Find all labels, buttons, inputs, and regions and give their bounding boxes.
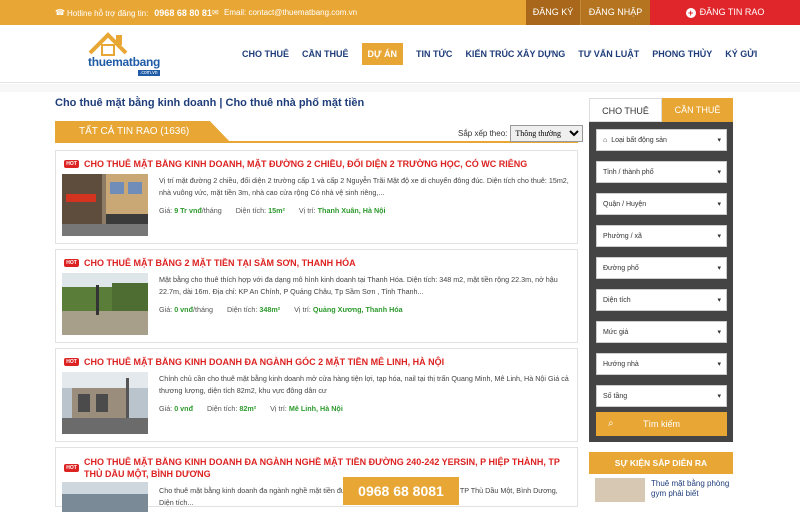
search-button[interactable]: ⌕ Tìm kiếm	[596, 412, 727, 436]
chevron-down-icon: ▾	[717, 393, 721, 400]
main-nav: CHO THUÊ CẦN THUÊ DỰ ÁN TIN TỨC KIẾN TRÚ…	[242, 43, 770, 65]
property-type-select[interactable]: ⌂ Loại bất động sản ▾	[596, 129, 727, 151]
chevron-down-icon: ▾	[717, 297, 721, 304]
chevron-down-icon: ▾	[717, 233, 721, 240]
listing-description: Vị trí mặt đường 2 chiều, đối diện 2 trư…	[159, 176, 569, 197]
nav-tu-van-luat[interactable]: TƯ VẤN LUẬT	[578, 49, 639, 65]
search-form: ⌂ Loại bất động sản ▾ Tỉnh / thành phố ▾ Qu…	[589, 122, 733, 442]
district-select[interactable]: Quận / Huyện ▾	[596, 193, 727, 215]
tab-cho-thue[interactable]: CHO THUÊ	[589, 98, 662, 122]
login-button[interactable]: ĐĂNG NHẬP	[580, 0, 650, 25]
nav-du-an[interactable]: DỰ ÁN	[361, 43, 403, 65]
price-select[interactable]: Mức giá ▾	[596, 321, 727, 343]
hotline-number[interactable]: 0968 68 80 81	[154, 8, 212, 18]
search-icon: ⌕	[608, 418, 614, 429]
listing-thumbnail[interactable]	[62, 482, 148, 512]
divider	[0, 84, 800, 92]
post-listing-label: ĐĂNG TIN RAO	[699, 7, 765, 17]
sort-control: Sắp xếp theo: Thông thường	[458, 125, 584, 142]
tab-can-thue[interactable]: CẦN THUÊ	[662, 98, 733, 122]
site-logo[interactable]: thuematbang .com.vn	[88, 31, 168, 77]
phone-icon: ☎	[55, 8, 65, 17]
hot-badge-icon: HOT	[64, 358, 79, 366]
chevron-down-icon: ▾	[717, 329, 721, 336]
listing-title[interactable]: HOT CHO THUÊ MẶT BẰNG KINH DOANH ĐA NGÀNH…	[64, 357, 444, 367]
listing-title[interactable]: HOT CHO THUÊ MẶT BẰNG 2 MẶT TIỀN TẠI SẦM …	[64, 258, 356, 268]
area-value: 15m²	[268, 206, 285, 215]
location-value: Quảng Xương, Thanh Hóa	[312, 305, 403, 314]
listing-card[interactable]: HOT CHO THUÊ MẶT BẰNG KINH DOANH ĐA NGÀNH…	[55, 348, 578, 442]
logo-domain: .com.vn	[138, 70, 160, 76]
listing-thumbnail[interactable]	[62, 273, 148, 335]
email-label[interactable]: Email: contact@thuematbang.com.vn	[224, 8, 357, 17]
listing-thumbnail[interactable]	[62, 174, 148, 236]
listing-title[interactable]: HOT CHO THUÊ MẶT BẰNG KINH DOANH ĐA NGÀNH…	[64, 456, 569, 480]
email-info: ✉ Email: contact@thuematbang.com.vn	[212, 8, 357, 17]
event-title[interactable]: Thuê mặt bằng phòng gym phải biết	[651, 479, 733, 499]
sort-select[interactable]: Thông thường	[510, 125, 584, 142]
register-button[interactable]: ĐĂNG KÝ	[526, 0, 580, 25]
chevron-down-icon: ▾	[717, 361, 721, 368]
post-listing-button[interactable]: + ĐĂNG TIN RAO	[650, 0, 800, 25]
site-header: thuematbang .com.vn CHO THUÊ CẦN THUÊ DỰ…	[0, 25, 800, 83]
listing-meta: Giá: 9 Tr vnđ/tháng Diện tích: 15m² Vị t…	[159, 206, 386, 215]
logo-wordmark: thuematbang	[88, 55, 161, 69]
listing-meta: Giá: 0 vnđ/tháng Diện tích: 348m² Vị trí…	[159, 305, 403, 314]
nav-phong-thuy[interactable]: PHONG THỦY	[652, 49, 712, 65]
events-heading: SỰ KIỆN SẮP DIỄN RA	[589, 452, 733, 474]
nav-cho-thue[interactable]: CHO THUÊ	[242, 49, 289, 65]
home-icon: ⌂	[603, 137, 608, 144]
listing-thumbnail[interactable]	[62, 372, 148, 434]
plus-icon: +	[685, 7, 696, 18]
nav-kien-truc[interactable]: KIẾN TRÚC XÂY DỰNG	[465, 49, 565, 65]
all-listings-tab[interactable]: TẤT CẢ TIN RAO (1636)	[55, 121, 231, 143]
sidebar-tabs: CHO THUÊ CẦN THUÊ	[589, 98, 733, 122]
price-value: 9 Tr vnđ	[174, 206, 202, 215]
chevron-down-icon: ▾	[717, 201, 721, 208]
listing-card[interactable]: HOT CHO THUÊ MẶT BẰNG KINH DOANH, MẶT ĐƯỜ…	[55, 150, 578, 244]
event-item[interactable]: Thuê mặt bằng phòng gym phải biết	[589, 478, 733, 508]
chevron-down-icon: ▾	[717, 265, 721, 272]
mail-icon: ✉	[212, 7, 219, 17]
chevron-down-icon: ▾	[717, 169, 721, 176]
location-value: Mê Linh, Hà Nội	[288, 404, 343, 413]
hot-badge-icon: HOT	[64, 464, 79, 472]
nav-tin-tuc[interactable]: TIN TỨC	[416, 49, 452, 65]
hotline-label: Hotline hỗ trợ đăng tin:	[67, 8, 149, 18]
listing-title[interactable]: HOT CHO THUÊ MẶT BẰNG KINH DOANH, MẶT ĐƯỜ…	[64, 159, 527, 169]
hot-badge-icon: HOT	[64, 259, 79, 267]
listing-card[interactable]: HOT CHO THUÊ MẶT BẰNG 2 MẶT TIỀN TẠI SẦM …	[55, 249, 578, 343]
hotline-info: ☎ Hotline hỗ trợ đăng tin: 0968 68 80 81	[55, 8, 212, 18]
floors-select[interactable]: Số tầng ▾	[596, 385, 727, 407]
hot-badge-icon: HOT	[64, 160, 79, 168]
price-value: 0 vnđ	[174, 404, 193, 413]
top-bar: ☎ Hotline hỗ trợ đăng tin: 0968 68 80 81…	[0, 0, 800, 25]
page-title: Cho thuê mặt bằng kinh doanh | Cho thuê …	[55, 97, 365, 109]
ward-select[interactable]: Phường / xã ▾	[596, 225, 727, 247]
listing-card[interactable]: HOT CHO THUÊ MẶT BẰNG KINH DOANH ĐA NGÀNH…	[55, 447, 578, 512]
listing-meta: Giá: 0 vnđ Diện tích: 82m² Vị trí: Mê Li…	[159, 404, 343, 413]
event-thumbnail[interactable]	[595, 478, 645, 502]
direction-select[interactable]: Hướng nhà ▾	[596, 353, 727, 375]
chevron-down-icon: ▾	[717, 137, 721, 144]
sort-label: Sắp xếp theo:	[458, 129, 508, 138]
area-select[interactable]: Diện tích ▾	[596, 289, 727, 311]
area-value: 82m²	[239, 404, 257, 413]
street-select[interactable]: Đường phố ▾	[596, 257, 727, 279]
floating-hotline-button[interactable]: 0968 68 8081	[343, 477, 459, 505]
price-value: 0 vnđ	[174, 305, 193, 314]
location-value: Thanh Xuân, Hà Nội	[317, 206, 386, 215]
nav-ky-gui[interactable]: KÝ GỬI	[725, 49, 757, 65]
nav-can-thue[interactable]: CẦN THUÊ	[302, 49, 349, 65]
listing-description: Mặt bằng cho thuê thích hợp với đa dạng …	[159, 275, 558, 296]
listing-description: Chính chủ cần cho thuê mặt bằng kinh doa…	[159, 374, 569, 395]
area-value: 348m²	[259, 305, 281, 314]
province-select[interactable]: Tỉnh / thành phố ▾	[596, 161, 727, 183]
